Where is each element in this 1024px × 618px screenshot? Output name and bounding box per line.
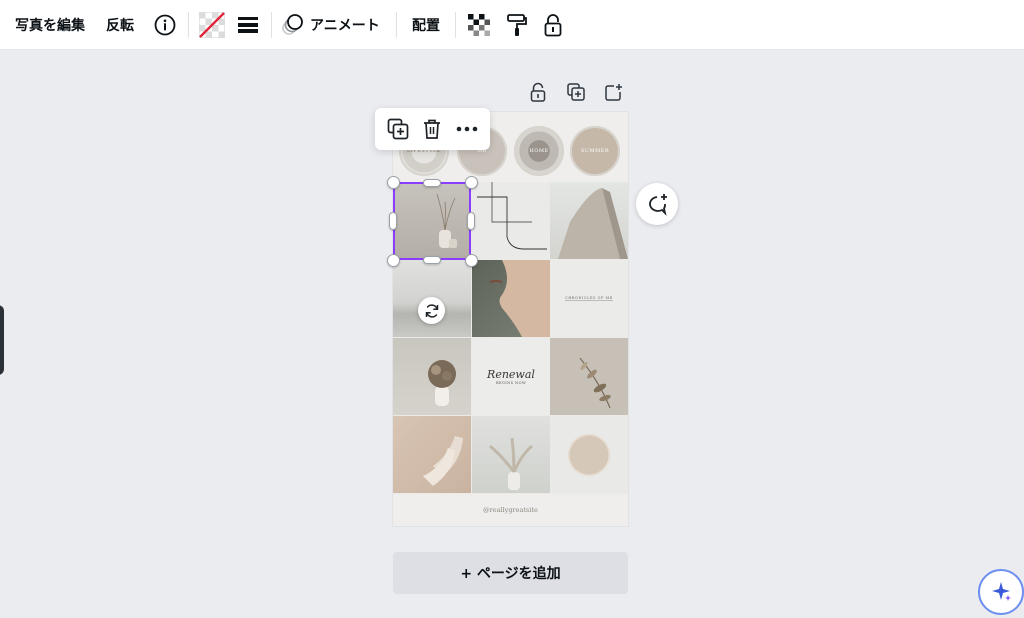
element-context-menu bbox=[375, 108, 490, 150]
checker-transparency-icon[interactable] bbox=[462, 8, 496, 42]
design-footer: @reallygreatsite bbox=[393, 494, 628, 526]
animate-icon bbox=[280, 13, 304, 36]
animate-button[interactable]: アニメート bbox=[280, 8, 390, 42]
top-toolbar: 写真を編集 反転 アニメート 配置 bbox=[0, 0, 1024, 50]
edit-photo-button[interactable]: 写真を編集 bbox=[10, 8, 90, 42]
photo-line-art[interactable] bbox=[472, 182, 550, 259]
side-panel-handle[interactable] bbox=[0, 305, 4, 375]
replace-image-icon[interactable] bbox=[418, 297, 445, 324]
transparency-swatch-icon[interactable] bbox=[195, 8, 229, 42]
editor-canvas: LIFESTYLE ME HOME SUMMER CHRONICLES OF M… bbox=[0, 50, 1024, 618]
resize-handle-bottom[interactable] bbox=[423, 256, 441, 264]
resize-handle-top[interactable] bbox=[423, 179, 441, 187]
info-icon[interactable] bbox=[148, 8, 182, 42]
toolbar-divider bbox=[455, 11, 456, 38]
photo-shoes[interactable] bbox=[393, 416, 471, 493]
toolbar-divider bbox=[271, 11, 272, 38]
unlock-page-icon[interactable] bbox=[524, 78, 552, 106]
tile-renewal[interactable]: Renewal BEGINS NOW bbox=[472, 338, 550, 415]
resize-handle-top-right[interactable] bbox=[465, 176, 478, 189]
badge-label: HOME bbox=[529, 148, 549, 154]
badge-summer[interactable]: SUMMER bbox=[570, 126, 620, 176]
delete-element-icon[interactable] bbox=[417, 114, 447, 144]
renewal-subtitle: BEGINS NOW bbox=[495, 381, 527, 385]
resize-handle-bottom-right[interactable] bbox=[465, 254, 478, 267]
chronicles-label: CHRONICLES OF ME bbox=[565, 296, 613, 301]
photo-architecture[interactable] bbox=[550, 182, 628, 259]
badge-label: SUMMER bbox=[580, 148, 610, 154]
page-actions bbox=[524, 78, 628, 106]
photo-flower-vase[interactable] bbox=[393, 338, 471, 415]
paint-roller-icon[interactable] bbox=[500, 8, 534, 42]
photo-pampas-grass[interactable] bbox=[472, 416, 550, 493]
footer-handle: @reallygreatsite bbox=[483, 506, 538, 514]
flip-button[interactable]: 反転 bbox=[102, 8, 138, 42]
add-page-icon[interactable] bbox=[600, 78, 628, 106]
duplicate-element-icon[interactable] bbox=[383, 114, 413, 144]
toolbar-divider bbox=[396, 11, 397, 38]
add-page-button[interactable]: + ページを追加 bbox=[393, 552, 628, 594]
more-options-icon[interactable] bbox=[452, 114, 482, 144]
photo-vase-dried-flowers[interactable] bbox=[393, 182, 471, 259]
position-button[interactable]: 配置 bbox=[407, 8, 445, 42]
photo-portrait-lips[interactable] bbox=[472, 260, 550, 337]
badge-home[interactable]: HOME bbox=[514, 126, 564, 176]
animate-label: アニメート bbox=[310, 17, 380, 34]
resize-handle-left[interactable] bbox=[389, 212, 397, 230]
add-comment-icon[interactable] bbox=[636, 183, 678, 225]
photo-leaves[interactable] bbox=[550, 338, 628, 415]
tile-chronicles[interactable]: CHRONICLES OF ME bbox=[550, 260, 628, 337]
magic-assistant-icon[interactable] bbox=[978, 569, 1024, 615]
renewal-title: Renewal bbox=[487, 368, 535, 381]
lock-icon[interactable] bbox=[536, 8, 570, 42]
resize-handle-top-left[interactable] bbox=[387, 176, 400, 189]
resize-handle-right[interactable] bbox=[467, 212, 475, 230]
duplicate-page-icon[interactable] bbox=[562, 78, 590, 106]
resize-handle-bottom-left[interactable] bbox=[387, 254, 400, 267]
tile-beige-circle[interactable] bbox=[550, 416, 628, 493]
line-weight-icon[interactable] bbox=[231, 8, 265, 42]
toolbar-divider bbox=[188, 11, 189, 38]
